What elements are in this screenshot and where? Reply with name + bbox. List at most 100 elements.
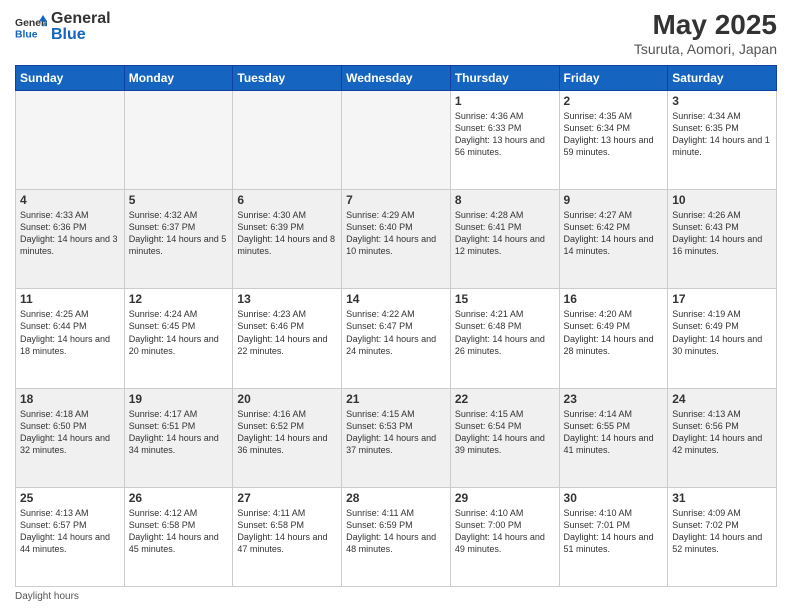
weekday-friday: Friday	[559, 65, 668, 90]
day-info: Sunrise: 4:15 AMSunset: 6:54 PMDaylight:…	[455, 408, 555, 457]
day-info: Sunrise: 4:21 AMSunset: 6:48 PMDaylight:…	[455, 308, 555, 357]
day-info: Sunrise: 4:10 AMSunset: 7:00 PMDaylight:…	[455, 507, 555, 556]
day-number: 23	[564, 392, 664, 406]
day-info: Sunrise: 4:15 AMSunset: 6:53 PMDaylight:…	[346, 408, 446, 457]
weekday-tuesday: Tuesday	[233, 65, 342, 90]
day-number: 28	[346, 491, 446, 505]
title-block: May 2025 Tsuruta, Aomori, Japan	[634, 10, 777, 57]
day-info: Sunrise: 4:32 AMSunset: 6:37 PMDaylight:…	[129, 209, 229, 258]
day-number: 22	[455, 392, 555, 406]
day-info: Sunrise: 4:20 AMSunset: 6:49 PMDaylight:…	[564, 308, 664, 357]
day-cell-27: 27 Sunrise: 4:11 AMSunset: 6:58 PMDayligh…	[233, 487, 342, 586]
day-cell-21: 21 Sunrise: 4:15 AMSunset: 6:53 PMDayligh…	[342, 388, 451, 487]
day-cell-13: 13 Sunrise: 4:23 AMSunset: 6:46 PMDayligh…	[233, 289, 342, 388]
day-number: 6	[237, 193, 337, 207]
day-cell-9: 9Sunrise: 4:27 AMSunset: 6:42 PMDaylight…	[559, 190, 668, 289]
empty-cell	[16, 90, 125, 189]
logo: General Blue General Blue	[15, 10, 111, 43]
day-cell-20: 20 Sunrise: 4:16 AMSunset: 6:52 PMDayligh…	[233, 388, 342, 487]
day-info: Sunrise: 4:11 AMSunset: 6:59 PMDaylight:…	[346, 507, 446, 556]
day-info: Sunrise: 4:26 AMSunset: 6:43 PMDaylight:…	[672, 209, 772, 258]
day-number: 19	[129, 392, 229, 406]
day-cell-6: 6 Sunrise: 4:30 AMSunset: 6:39 PMDaylight…	[233, 190, 342, 289]
day-cell-1: 1Sunrise: 4:36 AMSunset: 6:33 PMDaylight…	[450, 90, 559, 189]
day-info: Sunrise: 4:13 AMSunset: 6:57 PMDaylight:…	[20, 507, 120, 556]
weekday-thursday: Thursday	[450, 65, 559, 90]
day-cell-10: 10 Sunrise: 4:26 AMSunset: 6:43 PMDayligh…	[668, 190, 777, 289]
day-number: 17	[672, 292, 772, 306]
day-cell-22: 22 Sunrise: 4:15 AMSunset: 6:54 PMDayligh…	[450, 388, 559, 487]
day-number: 25	[20, 491, 120, 505]
day-number: 15	[455, 292, 555, 306]
footer-note: Daylight hours	[15, 591, 777, 602]
day-cell-3: 3Sunrise: 4:34 AMSunset: 6:35 PMDaylight…	[668, 90, 777, 189]
day-cell-31: 31Sunrise: 4:09 AMSunset: 7:02 PMDayligh…	[668, 487, 777, 586]
day-cell-30: 30 Sunrise: 4:10 AMSunset: 7:01 PMDayligh…	[559, 487, 668, 586]
week-row-2: 4 Sunrise: 4:33 AMSunset: 6:36 PMDaylight…	[16, 190, 777, 289]
logo-icon: General Blue	[15, 13, 47, 41]
day-cell-2: 2 Sunrise: 4:35 AMSunset: 6:34 PMDaylight…	[559, 90, 668, 189]
day-number: 7	[346, 193, 446, 207]
day-cell-25: 25 Sunrise: 4:13 AMSunset: 6:57 PMDayligh…	[16, 487, 125, 586]
day-number: 29	[455, 491, 555, 505]
day-info: Sunrise: 4:12 AMSunset: 6:58 PMDaylight:…	[129, 507, 229, 556]
day-info: Sunrise: 4:29 AMSunset: 6:40 PMDaylight:…	[346, 209, 446, 258]
day-info: Sunrise: 4:16 AMSunset: 6:52 PMDaylight:…	[237, 408, 337, 457]
logo-blue: Blue	[51, 26, 111, 44]
day-number: 4	[20, 193, 120, 207]
page: General Blue General Blue May 2025 Tsuru…	[0, 0, 792, 612]
day-info: Sunrise: 4:22 AMSunset: 6:47 PMDaylight:…	[346, 308, 446, 357]
day-number: 2	[564, 94, 664, 108]
calendar-body: 1Sunrise: 4:36 AMSunset: 6:33 PMDaylight…	[16, 90, 777, 586]
day-info: Sunrise: 4:35 AMSunset: 6:34 PMDaylight:…	[564, 110, 664, 159]
day-info: Sunrise: 4:33 AMSunset: 6:36 PMDaylight:…	[20, 209, 120, 258]
header: General Blue General Blue May 2025 Tsuru…	[15, 10, 777, 57]
day-info: Sunrise: 4:10 AMSunset: 7:01 PMDaylight:…	[564, 507, 664, 556]
day-cell-19: 19Sunrise: 4:17 AMSunset: 6:51 PMDayligh…	[124, 388, 233, 487]
day-info: Sunrise: 4:34 AMSunset: 6:35 PMDaylight:…	[672, 110, 772, 159]
week-row-4: 18 Sunrise: 4:18 AMSunset: 6:50 PMDayligh…	[16, 388, 777, 487]
weekday-sunday: Sunday	[16, 65, 125, 90]
day-cell-28: 28 Sunrise: 4:11 AMSunset: 6:59 PMDayligh…	[342, 487, 451, 586]
day-number: 14	[346, 292, 446, 306]
day-info: Sunrise: 4:13 AMSunset: 6:56 PMDaylight:…	[672, 408, 772, 457]
day-number: 20	[237, 392, 337, 406]
day-number: 5	[129, 193, 229, 207]
day-info: Sunrise: 4:23 AMSunset: 6:46 PMDaylight:…	[237, 308, 337, 357]
day-info: Sunrise: 4:30 AMSunset: 6:39 PMDaylight:…	[237, 209, 337, 258]
day-number: 13	[237, 292, 337, 306]
weekday-saturday: Saturday	[668, 65, 777, 90]
location: Tsuruta, Aomori, Japan	[634, 41, 777, 57]
day-info: Sunrise: 4:24 AMSunset: 6:45 PMDaylight:…	[129, 308, 229, 357]
day-number: 24	[672, 392, 772, 406]
day-cell-7: 7 Sunrise: 4:29 AMSunset: 6:40 PMDaylight…	[342, 190, 451, 289]
month-year: May 2025	[634, 10, 777, 41]
day-number: 18	[20, 392, 120, 406]
day-number: 26	[129, 491, 229, 505]
day-number: 10	[672, 193, 772, 207]
day-cell-14: 14 Sunrise: 4:22 AMSunset: 6:47 PMDayligh…	[342, 289, 451, 388]
day-number: 30	[564, 491, 664, 505]
empty-cell	[233, 90, 342, 189]
empty-cell	[124, 90, 233, 189]
day-number: 21	[346, 392, 446, 406]
weekday-wednesday: Wednesday	[342, 65, 451, 90]
day-info: Sunrise: 4:11 AMSunset: 6:58 PMDaylight:…	[237, 507, 337, 556]
day-cell-18: 18 Sunrise: 4:18 AMSunset: 6:50 PMDayligh…	[16, 388, 125, 487]
day-cell-5: 5 Sunrise: 4:32 AMSunset: 6:37 PMDaylight…	[124, 190, 233, 289]
day-cell-8: 8Sunrise: 4:28 AMSunset: 6:41 PMDaylight…	[450, 190, 559, 289]
day-number: 27	[237, 491, 337, 505]
day-cell-11: 11Sunrise: 4:25 AMSunset: 6:44 PMDayligh…	[16, 289, 125, 388]
day-info: Sunrise: 4:25 AMSunset: 6:44 PMDaylight:…	[20, 308, 120, 357]
day-info: Sunrise: 4:18 AMSunset: 6:50 PMDaylight:…	[20, 408, 120, 457]
day-number: 16	[564, 292, 664, 306]
day-cell-29: 29 Sunrise: 4:10 AMSunset: 7:00 PMDayligh…	[450, 487, 559, 586]
svg-text:Blue: Blue	[15, 29, 38, 40]
day-number: 8	[455, 193, 555, 207]
day-cell-15: 15 Sunrise: 4:21 AMSunset: 6:48 PMDayligh…	[450, 289, 559, 388]
day-info: Sunrise: 4:19 AMSunset: 6:49 PMDaylight:…	[672, 308, 772, 357]
day-cell-17: 17 Sunrise: 4:19 AMSunset: 6:49 PMDayligh…	[668, 289, 777, 388]
day-cell-23: 23Sunrise: 4:14 AMSunset: 6:55 PMDayligh…	[559, 388, 668, 487]
day-cell-4: 4 Sunrise: 4:33 AMSunset: 6:36 PMDaylight…	[16, 190, 125, 289]
day-info: Sunrise: 4:27 AMSunset: 6:42 PMDaylight:…	[564, 209, 664, 258]
